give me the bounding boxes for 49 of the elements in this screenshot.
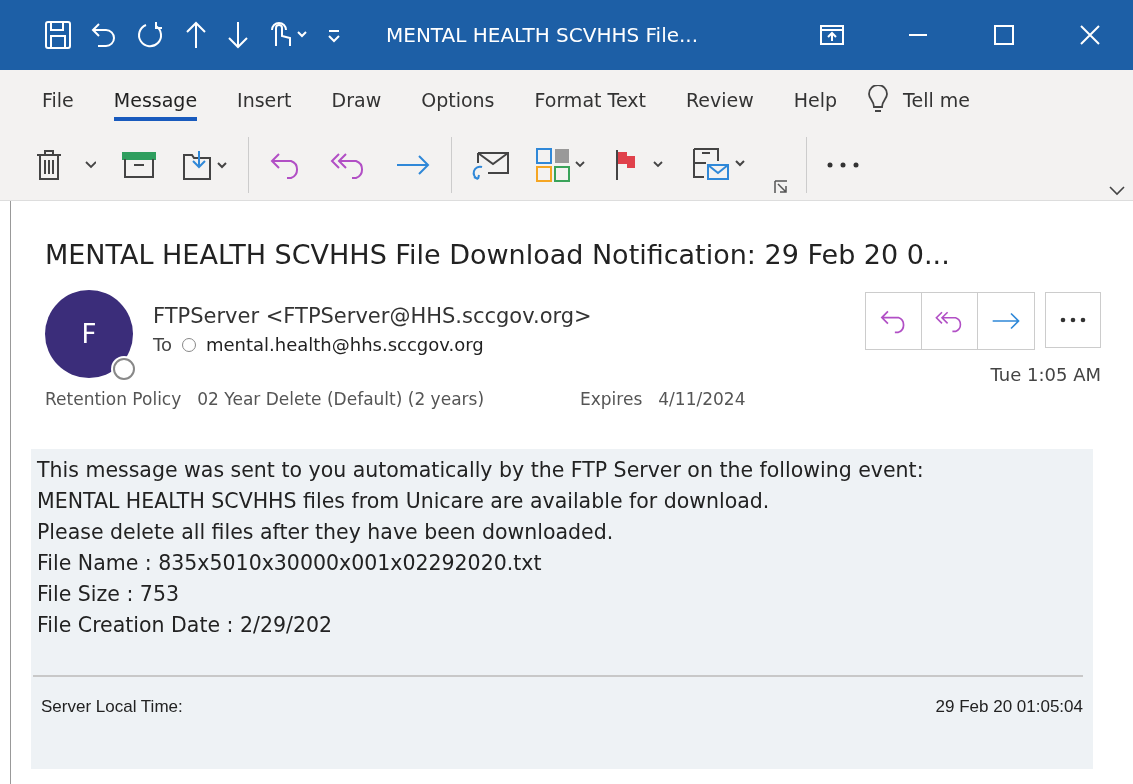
down-arrow-icon[interactable] xyxy=(226,20,250,50)
envelope-icon[interactable] xyxy=(472,149,510,181)
retention-label: Retention Policy xyxy=(45,389,182,409)
categorize-icon[interactable] xyxy=(536,148,588,182)
expires-label: Expires xyxy=(580,389,643,409)
body-text: Please delete all files after they have been downloaded. xyxy=(37,519,615,546)
body-text: File Size : 753 xyxy=(37,581,180,608)
ribbon-tab[interactable]: Draw xyxy=(311,83,402,117)
ribbon-tab[interactable]: Format Text xyxy=(514,83,666,117)
move-icon[interactable] xyxy=(182,149,228,181)
ribbon-tab[interactable]: File xyxy=(22,83,94,117)
up-arrow-icon[interactable] xyxy=(184,20,208,50)
recipient[interactable]: mental.health@hhs.sccgov.org xyxy=(205,334,484,355)
more-icon[interactable] xyxy=(827,162,859,168)
tell-me-search[interactable]: Tell me xyxy=(903,89,970,111)
ribbon-tab[interactable]: Help xyxy=(773,83,858,117)
dialog-launcher-icon[interactable] xyxy=(774,180,788,194)
more-icon xyxy=(1060,317,1086,323)
body-text: File Name : 835x5010x30000x001x02292020.txt xyxy=(37,550,543,577)
save-icon[interactable] xyxy=(44,20,72,50)
ribbon-display-icon[interactable] xyxy=(820,25,844,45)
retention-value: 02 Year Delete (Default) (2 years) xyxy=(197,389,485,409)
delete-icon[interactable] xyxy=(36,149,62,181)
flag-icon[interactable] xyxy=(614,148,666,182)
lightbulb-icon xyxy=(867,85,890,115)
collapse-chevron-icon[interactable] xyxy=(1109,186,1125,196)
ribbon-tab[interactable]: Review xyxy=(665,83,774,117)
expires-value: 4/11/2024 xyxy=(658,389,746,409)
forward-icon xyxy=(991,310,1021,332)
maximize-icon[interactable] xyxy=(994,25,1014,45)
body-text: File Creation Date : 2/29/202 xyxy=(37,612,334,639)
archive-icon[interactable] xyxy=(122,151,156,179)
forward-icon[interactable] xyxy=(395,153,431,177)
sender-avatar: F xyxy=(45,290,133,378)
to-label: To xyxy=(153,334,172,355)
footer-label: Server Local Time: xyxy=(41,697,183,717)
undo-icon[interactable] xyxy=(90,20,118,50)
presence-icon xyxy=(113,358,135,380)
ribbon-tab[interactable]: Options xyxy=(401,83,515,117)
sender-name[interactable]: FTPServer <FTPServer@HHS.sccgov.org> xyxy=(153,304,865,328)
message-subject: MENTAL HEALTH SCVHHS File Download Notification: 29 Feb 20 0... xyxy=(45,239,951,270)
policy-icon[interactable] xyxy=(692,147,748,183)
body-text: MENTAL HEALTH SCVHHS files from Unicare are available for download. xyxy=(37,488,771,515)
footer-value: 29 Feb 20 01:05:04 xyxy=(935,697,1083,717)
received-time: Tue 1:05 AM xyxy=(990,364,1101,385)
body-text: This message was sent to you automatically by the FTP Server on the following event: xyxy=(37,457,925,484)
window-title: MENTAL HEALTH SCVHHS File... xyxy=(386,23,699,47)
close-icon[interactable] xyxy=(1080,25,1100,45)
ribbon-tab[interactable]: Insert xyxy=(217,83,312,117)
